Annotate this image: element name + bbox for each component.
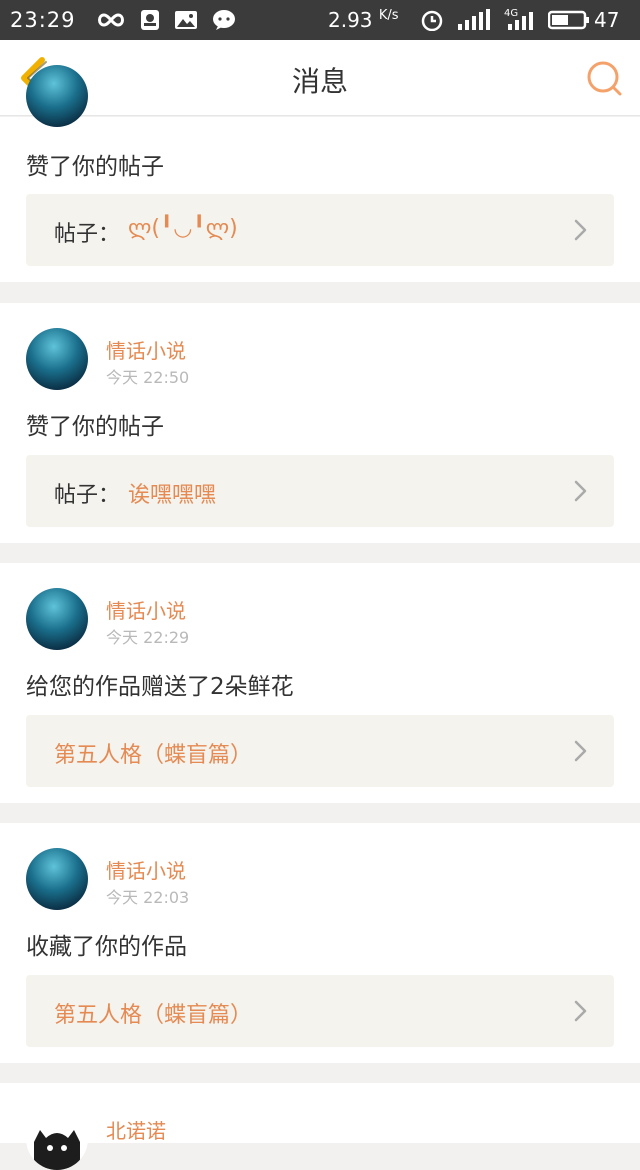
avatar[interactable] bbox=[26, 588, 88, 650]
chevron-right-icon bbox=[574, 219, 587, 241]
user-name[interactable]: 情话小说 bbox=[106, 855, 186, 884]
link-title: 诶嘿嘿嘿 bbox=[128, 483, 217, 508]
avatar[interactable] bbox=[26, 65, 88, 127]
link-prefix: 帖子： bbox=[54, 483, 121, 508]
battery-icon bbox=[548, 10, 589, 30]
timestamp: 今天 22:50 bbox=[106, 368, 190, 387]
avatar[interactable] bbox=[26, 848, 88, 910]
image-icon bbox=[175, 11, 197, 29]
notification-text: 给您的作品赠送了2朵鲜花 bbox=[26, 674, 294, 700]
notification-text: 收藏了你的作品 bbox=[26, 934, 187, 960]
link-title: ლ(╹◡╹ლ) bbox=[128, 216, 238, 241]
chevron-right-icon bbox=[574, 1000, 587, 1022]
status-time: 23:29 bbox=[10, 8, 76, 32]
timestamp: 今天 22:03 bbox=[106, 888, 190, 907]
header-bar: 消息 bbox=[0, 40, 640, 116]
list-item: 情话小说 今天 22:03 收藏了你的作品 第五人格（蝶盲篇） bbox=[0, 823, 640, 1063]
list-item: 情话小说 今天 22:50 赞了你的帖子 帖子： 诶嘿嘿嘿 bbox=[0, 303, 640, 543]
page-title: 消息 bbox=[291, 65, 348, 98]
infinity-icon bbox=[98, 13, 124, 27]
signal-4g-icon bbox=[508, 12, 533, 30]
user-name[interactable]: 北诺诺 bbox=[106, 1115, 166, 1144]
wechat-icon bbox=[213, 10, 235, 30]
link-title: 第五人格（蝶盲篇） bbox=[54, 743, 253, 768]
chevron-right-icon bbox=[574, 480, 587, 502]
user-name[interactable]: 情话小说 bbox=[106, 335, 186, 364]
chevron-right-icon bbox=[574, 740, 587, 762]
work-link[interactable]: 第五人格（蝶盲篇） bbox=[26, 715, 614, 787]
work-link[interactable]: 第五人格（蝶盲篇） bbox=[26, 975, 614, 1047]
signal-icon bbox=[458, 9, 490, 30]
timestamp: 今天 22:29 bbox=[106, 628, 190, 647]
status-bar: 23:29 2.93 K/s 4G 47 bbox=[0, 0, 640, 40]
link-title: 第五人格（蝶盲篇） bbox=[54, 1003, 253, 1028]
link-prefix: 帖子： bbox=[54, 222, 121, 247]
search-icon[interactable] bbox=[584, 58, 624, 98]
qq-icon bbox=[141, 10, 159, 30]
list-item: 北诺诺 bbox=[0, 1083, 640, 1170]
network-speed: 2.93 K/s bbox=[328, 8, 399, 32]
battery-level: 47 bbox=[594, 8, 620, 32]
list-item: 情话小说 今天 22:29 给您的作品赠送了2朵鲜花 第五人格（蝶盲篇） bbox=[0, 563, 640, 803]
list-item: 赞了你的帖子 帖子： ლ(╹◡╹ლ) bbox=[0, 65, 640, 282]
notification-text: 赞了你的帖子 bbox=[26, 154, 164, 180]
post-link[interactable]: 帖子： ლ(╹◡╹ლ) bbox=[26, 194, 614, 266]
avatar[interactable] bbox=[26, 1108, 88, 1170]
notification-text: 赞了你的帖子 bbox=[26, 414, 164, 440]
alarm-icon bbox=[421, 10, 443, 31]
user-name[interactable]: 情话小说 bbox=[106, 595, 186, 624]
post-link[interactable]: 帖子： 诶嘿嘿嘿 bbox=[26, 455, 614, 527]
avatar[interactable] bbox=[26, 328, 88, 390]
